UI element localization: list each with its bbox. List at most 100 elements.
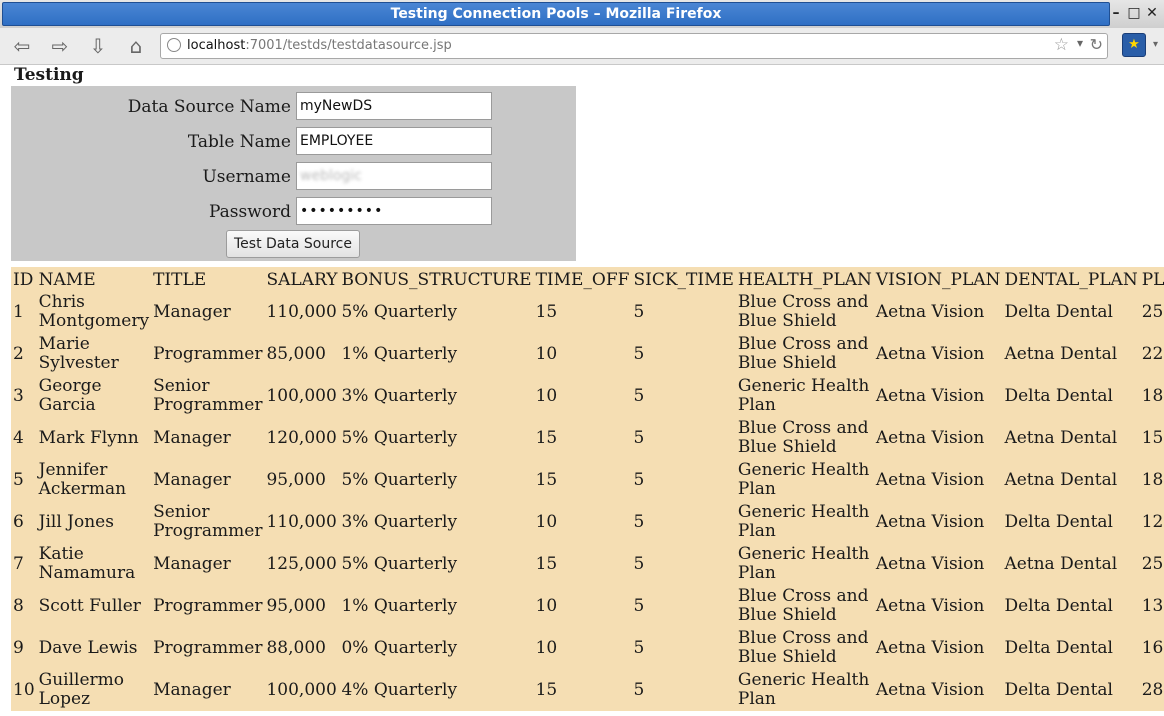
- cell-plan: 22000: [1141, 343, 1164, 364]
- form-row-username: Username weblogic: [11, 159, 576, 191]
- cell-id: 10: [13, 679, 35, 700]
- cell-id: 8: [13, 595, 24, 616]
- cell-sick-time: 5: [633, 679, 645, 700]
- cell-name: Marie Sylvester: [38, 334, 119, 373]
- window-title: Testing Connection Pools – Mozilla Firef…: [2, 2, 1110, 26]
- cell-title: Programmer: [153, 637, 263, 658]
- cell-bonus-structure: 5% Quarterly: [341, 469, 458, 490]
- cell-bonus-structure: 0% Quarterly: [341, 637, 458, 658]
- cell-name: Mark Flynn: [38, 427, 139, 448]
- reload-icon[interactable]: ↻: [1090, 35, 1103, 54]
- forward-icon[interactable]: ⇨: [46, 33, 74, 59]
- cell-health-plan: Blue Cross and Blue Shield: [737, 628, 869, 667]
- close-icon[interactable]: ✕: [1144, 4, 1160, 22]
- chevron-down-icon[interactable]: ▾: [1077, 36, 1083, 50]
- cell-bonus-structure: 3% Quarterly: [341, 385, 458, 406]
- cell-name: Scott Fuller: [38, 595, 141, 616]
- back-icon[interactable]: ⇦: [8, 33, 36, 59]
- header-bonus-structure: BONUS_STRUCTURE: [341, 270, 532, 290]
- header-dental-plan: DENTAL_PLAN: [1004, 270, 1138, 290]
- cell-dental-plan: Delta Dental: [1004, 679, 1113, 700]
- cell-salary: 120,000: [266, 427, 337, 448]
- cell-bonus-structure: 1% Quarterly: [341, 595, 458, 616]
- cell-title: Manager: [153, 301, 231, 322]
- cell-sick-time: 5: [633, 385, 645, 406]
- cell-dental-plan: Delta Dental: [1004, 385, 1113, 406]
- home-icon[interactable]: ⌂: [122, 33, 150, 59]
- url-text[interactable]: localhost:7001/testds/testdatasource.jsp: [187, 38, 452, 53]
- cell-title: Manager: [153, 553, 231, 574]
- cell-id: 3: [13, 385, 24, 406]
- cell-title: Senior Programmer: [153, 376, 263, 415]
- table-row: 5 Jennifer Ackerman Manager 95,000 5% Quarte…: [11, 459, 1164, 501]
- cell-title: Manager: [153, 679, 231, 700]
- cell-sick-time: 5: [633, 427, 645, 448]
- table-row: 6 Jill Jones Senior Programmer 110,000 3% Qu…: [11, 501, 1164, 543]
- cell-id: 5: [13, 469, 24, 490]
- cell-title: Senior Programmer: [153, 502, 263, 541]
- datasource-input[interactable]: myNewDS: [296, 92, 492, 120]
- header-plan: PLAN: [1141, 270, 1164, 290]
- cell-time-off: 10: [535, 343, 558, 364]
- cell-salary: 95,000: [266, 595, 326, 616]
- cell-plan: 28520: [1141, 679, 1164, 700]
- cell-time-off: 10: [535, 385, 558, 406]
- cell-name: Jennifer Ackerman: [38, 460, 127, 499]
- cell-dental-plan: Delta Dental: [1004, 637, 1113, 658]
- addon-chevron-down-icon[interactable]: ▾: [1153, 39, 1158, 50]
- cell-sick-time: 5: [633, 301, 645, 322]
- cell-vision-plan: Aetna Vision: [875, 343, 985, 364]
- table-header-row: ID NAME TITLE SALARY BONUS_STRUCTURE TIM…: [11, 267, 1164, 291]
- username-input[interactable]: weblogic: [296, 162, 492, 190]
- cell-name: Katie Namamura: [38, 544, 136, 583]
- cell-bonus-structure: 4% Quarterly: [341, 679, 458, 700]
- address-bar[interactable]: localhost:7001/testds/testdatasource.jsp…: [160, 33, 1108, 59]
- header-sick-time: SICK_TIME: [633, 270, 734, 290]
- cell-health-plan: Generic Health Plan: [737, 670, 870, 709]
- username-value: weblogic: [300, 168, 362, 184]
- cell-plan: 18000: [1141, 469, 1164, 490]
- minimize-icon[interactable]: –: [1108, 4, 1124, 22]
- table-body: 1 Chris Montgomery Manager 110,000 5% Quarte…: [11, 291, 1164, 711]
- cell-dental-plan: Aetna Dental: [1004, 343, 1118, 364]
- datasource-label: Data Source Name: [127, 97, 291, 117]
- table-row: 3 George Garcia Senior Programmer 100,000 3%…: [11, 375, 1164, 417]
- test-data-source-button[interactable]: Test Data Source: [226, 230, 360, 258]
- employee-table: ID NAME TITLE SALARY BONUS_STRUCTURE TIM…: [11, 267, 1164, 711]
- addon-icon[interactable]: ★: [1122, 33, 1146, 57]
- form-row-datasource: Data Source Name myNewDS: [11, 89, 576, 121]
- url-host: localhost: [187, 38, 246, 53]
- cell-title: Manager: [153, 427, 231, 448]
- datasource-form: Data Source Name myNewDS Table Name EMPL…: [11, 86, 576, 261]
- bookmark-star-icon[interactable]: ☆: [1054, 35, 1069, 55]
- cell-sick-time: 5: [633, 595, 645, 616]
- cell-id: 7: [13, 553, 24, 574]
- cell-time-off: 10: [535, 511, 558, 532]
- cell-vision-plan: Aetna Vision: [875, 553, 985, 574]
- cell-time-off: 10: [535, 637, 558, 658]
- password-input[interactable]: •••••••••: [296, 197, 492, 225]
- navigation-toolbar: ⇦ ⇨ ⇩ ⌂ localhost:7001/testds/testdataso…: [0, 28, 1164, 65]
- cell-name: Jill Jones: [38, 511, 114, 532]
- table-name-input[interactable]: EMPLOYEE: [296, 127, 492, 155]
- cell-name: Dave Lewis: [38, 637, 138, 658]
- cell-salary: 125,000: [266, 553, 337, 574]
- cell-dental-plan: Delta Dental: [1004, 301, 1113, 322]
- cell-plan: 12000: [1141, 511, 1164, 532]
- cell-health-plan: Generic Health Plan: [737, 376, 870, 415]
- table-name-label: Table Name: [187, 132, 291, 152]
- cell-plan: 13500: [1141, 595, 1164, 616]
- cell-dental-plan: Aetna Dental: [1004, 553, 1118, 574]
- maximize-icon[interactable]: □: [1126, 4, 1142, 22]
- cell-vision-plan: Aetna Vision: [875, 301, 985, 322]
- cell-dental-plan: Delta Dental: [1004, 511, 1113, 532]
- download-icon[interactable]: ⇩: [84, 33, 112, 59]
- window-controls: – □ ✕: [1108, 4, 1160, 22]
- cell-name: Guillermo Lopez: [38, 670, 125, 709]
- cell-salary: 110,000: [266, 511, 337, 532]
- cell-time-off: 15: [535, 553, 558, 574]
- cell-time-off: 15: [535, 469, 558, 490]
- cell-health-plan: Generic Health Plan: [737, 460, 870, 499]
- window-titlebar: Testing Connection Pools – Mozilla Firef…: [0, 0, 1164, 28]
- form-row-table: Table Name EMPLOYEE: [11, 124, 576, 156]
